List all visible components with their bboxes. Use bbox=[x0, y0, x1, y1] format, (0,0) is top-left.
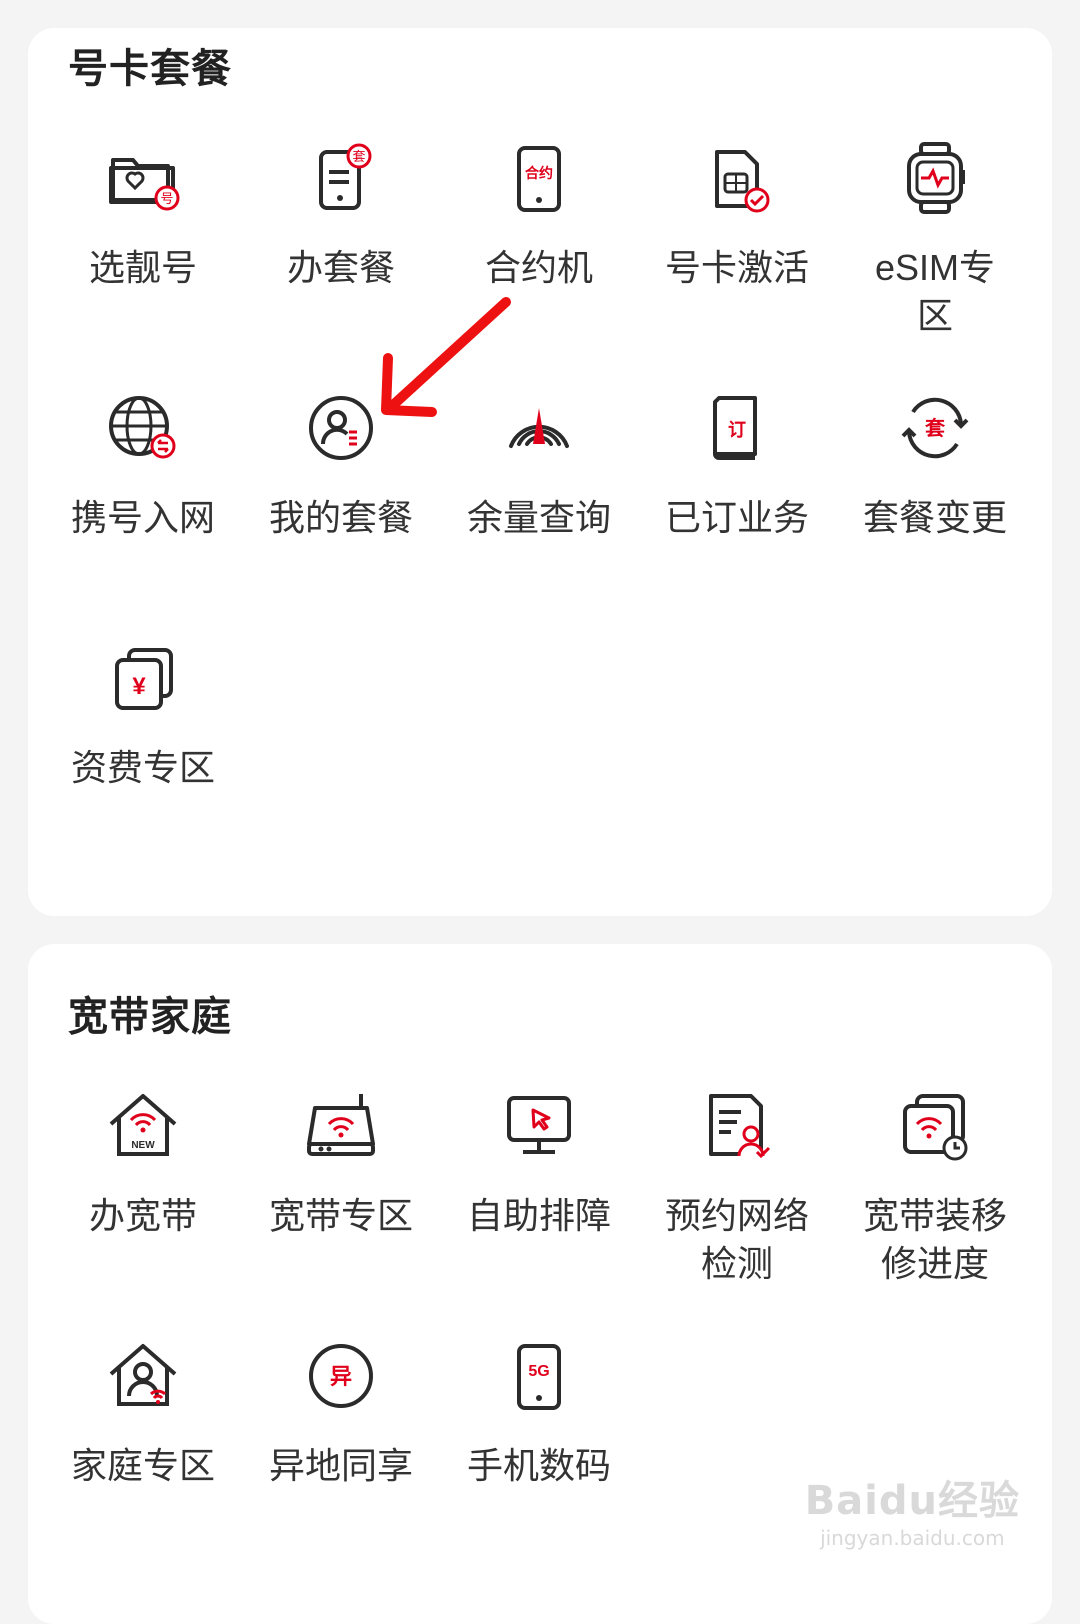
menu-item-tariff-zone[interactable]: ¥ 资费专区 bbox=[44, 608, 242, 858]
monitor-cursor-icon bbox=[499, 1086, 579, 1166]
router-icon bbox=[301, 1086, 381, 1166]
menu-item-label: 异地同享 bbox=[268, 1445, 413, 1486]
menu-item-label: 家庭专区 bbox=[70, 1445, 215, 1486]
phone-5g-icon: 5G bbox=[499, 1336, 579, 1416]
menu-item-label: 宽带专区 bbox=[268, 1195, 413, 1236]
menu-item-port-number[interactable]: 携号入网 bbox=[44, 358, 242, 608]
menu-item-label: 资费专区 bbox=[70, 747, 215, 788]
home-wifi-new-icon: NEW bbox=[103, 1086, 183, 1166]
globe-transfer-icon bbox=[103, 388, 183, 468]
card-number-plans: 号卡套餐 号 选靓号 套 办套餐 合约 合约机 号卡激活 eSIM专区 携号入网… bbox=[28, 28, 1052, 916]
menu-item-label: 携号入网 bbox=[70, 497, 215, 538]
section-title-broadband-home: 宽带家庭 bbox=[68, 995, 232, 1039]
new-text: NEW bbox=[131, 1140, 155, 1151]
yi-text: 异 bbox=[330, 1364, 352, 1389]
menu-item-label: 已订业务 bbox=[664, 497, 809, 538]
menu-item-label: 手机数码 bbox=[466, 1445, 611, 1486]
menu-item-network-check[interactable]: 预约网络检测 bbox=[638, 1056, 836, 1306]
menu-item-esim[interactable]: eSIM专区 bbox=[836, 108, 1034, 358]
order-text: 订 bbox=[728, 420, 746, 440]
menu-item-get-plan[interactable]: 套 办套餐 bbox=[242, 108, 440, 358]
yuan-cards-icon: ¥ bbox=[103, 638, 183, 718]
menu-item-remote-share[interactable]: 异 异地同享 bbox=[242, 1306, 440, 1556]
menu-item-broadband-zone[interactable]: 宽带专区 bbox=[242, 1056, 440, 1306]
badge-plan-text: 套 bbox=[352, 149, 365, 164]
subscription-doc-icon: 订 bbox=[697, 388, 777, 468]
menu-item-choose-number[interactable]: 号 选靓号 bbox=[44, 108, 242, 358]
menu-item-label: 合约机 bbox=[484, 247, 593, 288]
menu-item-family-zone[interactable]: 家庭专区 bbox=[44, 1306, 242, 1556]
menu-item-label: 预约网络检测 bbox=[664, 1195, 809, 1284]
menu-item-plan-change[interactable]: 套 套餐变更 bbox=[836, 358, 1034, 608]
sim-activate-icon bbox=[697, 138, 777, 218]
folder-heart-icon: 号 bbox=[103, 138, 183, 218]
menu-item-label: 自助排障 bbox=[466, 1195, 611, 1236]
five-g-text: 5G bbox=[528, 1363, 549, 1380]
menu-item-phone-digital[interactable]: 5G 手机数码 bbox=[440, 1306, 638, 1556]
yuan-text: ¥ bbox=[132, 673, 146, 700]
contract-phone-icon: 合约 bbox=[499, 138, 579, 218]
menu-item-balance-query[interactable]: 余量查询 bbox=[440, 358, 638, 608]
badge-number-text: 号 bbox=[160, 191, 173, 206]
menu-item-sim-activate[interactable]: 号卡激活 bbox=[638, 108, 836, 358]
menu-item-contract-phone[interactable]: 合约 合约机 bbox=[440, 108, 638, 358]
user-plan-icon bbox=[301, 388, 381, 468]
menu-item-label: 宽带装移修进度 bbox=[862, 1195, 1007, 1284]
menu-item-label: 号卡激活 bbox=[664, 247, 809, 288]
menu-item-label: 选靓号 bbox=[88, 247, 197, 288]
menu-item-install-progress[interactable]: 宽带装移修进度 bbox=[836, 1056, 1034, 1306]
plan-change-text: 套 bbox=[925, 416, 945, 440]
doc-user-icon bbox=[697, 1086, 777, 1166]
baidu-watermark: Baidu经验 jingyan.baidu.com bbox=[805, 1468, 1020, 1550]
smartwatch-icon bbox=[895, 138, 975, 218]
watermark-sub: jingyan.baidu.com bbox=[820, 1526, 1005, 1550]
menu-item-label: 办套餐 bbox=[286, 247, 395, 288]
menu-item-apply-broadband[interactable]: NEW 办宽带 bbox=[44, 1056, 242, 1306]
wifi-clock-icon bbox=[895, 1086, 975, 1166]
plan-change-icon: 套 bbox=[895, 388, 975, 468]
menu-item-label: 我的套餐 bbox=[268, 497, 413, 538]
grid-number-plans: 号 选靓号 套 办套餐 合约 合约机 号卡激活 eSIM专区 携号入网 我的套餐… bbox=[44, 108, 1034, 858]
circle-yi-icon: 异 bbox=[301, 1336, 381, 1416]
menu-item-label: 余量查询 bbox=[466, 497, 611, 538]
phone-plan-icon: 套 bbox=[301, 138, 381, 218]
section-title-number-plans: 号卡套餐 bbox=[68, 47, 232, 91]
contract-text: 合约 bbox=[525, 165, 553, 181]
menu-item-label: 办宽带 bbox=[88, 1195, 197, 1236]
menu-item-my-plan[interactable]: 我的套餐 bbox=[242, 358, 440, 608]
home-user-icon bbox=[103, 1336, 183, 1416]
menu-item-label: eSIM专区 bbox=[874, 247, 996, 336]
menu-item-self-troubleshoot[interactable]: 自助排障 bbox=[440, 1056, 638, 1306]
watermark-main: Baidu经验 bbox=[804, 1478, 1020, 1524]
gauge-icon bbox=[499, 388, 579, 468]
menu-item-subscribed-services[interactable]: 订 已订业务 bbox=[638, 358, 836, 608]
menu-item-label: 套餐变更 bbox=[862, 497, 1007, 538]
